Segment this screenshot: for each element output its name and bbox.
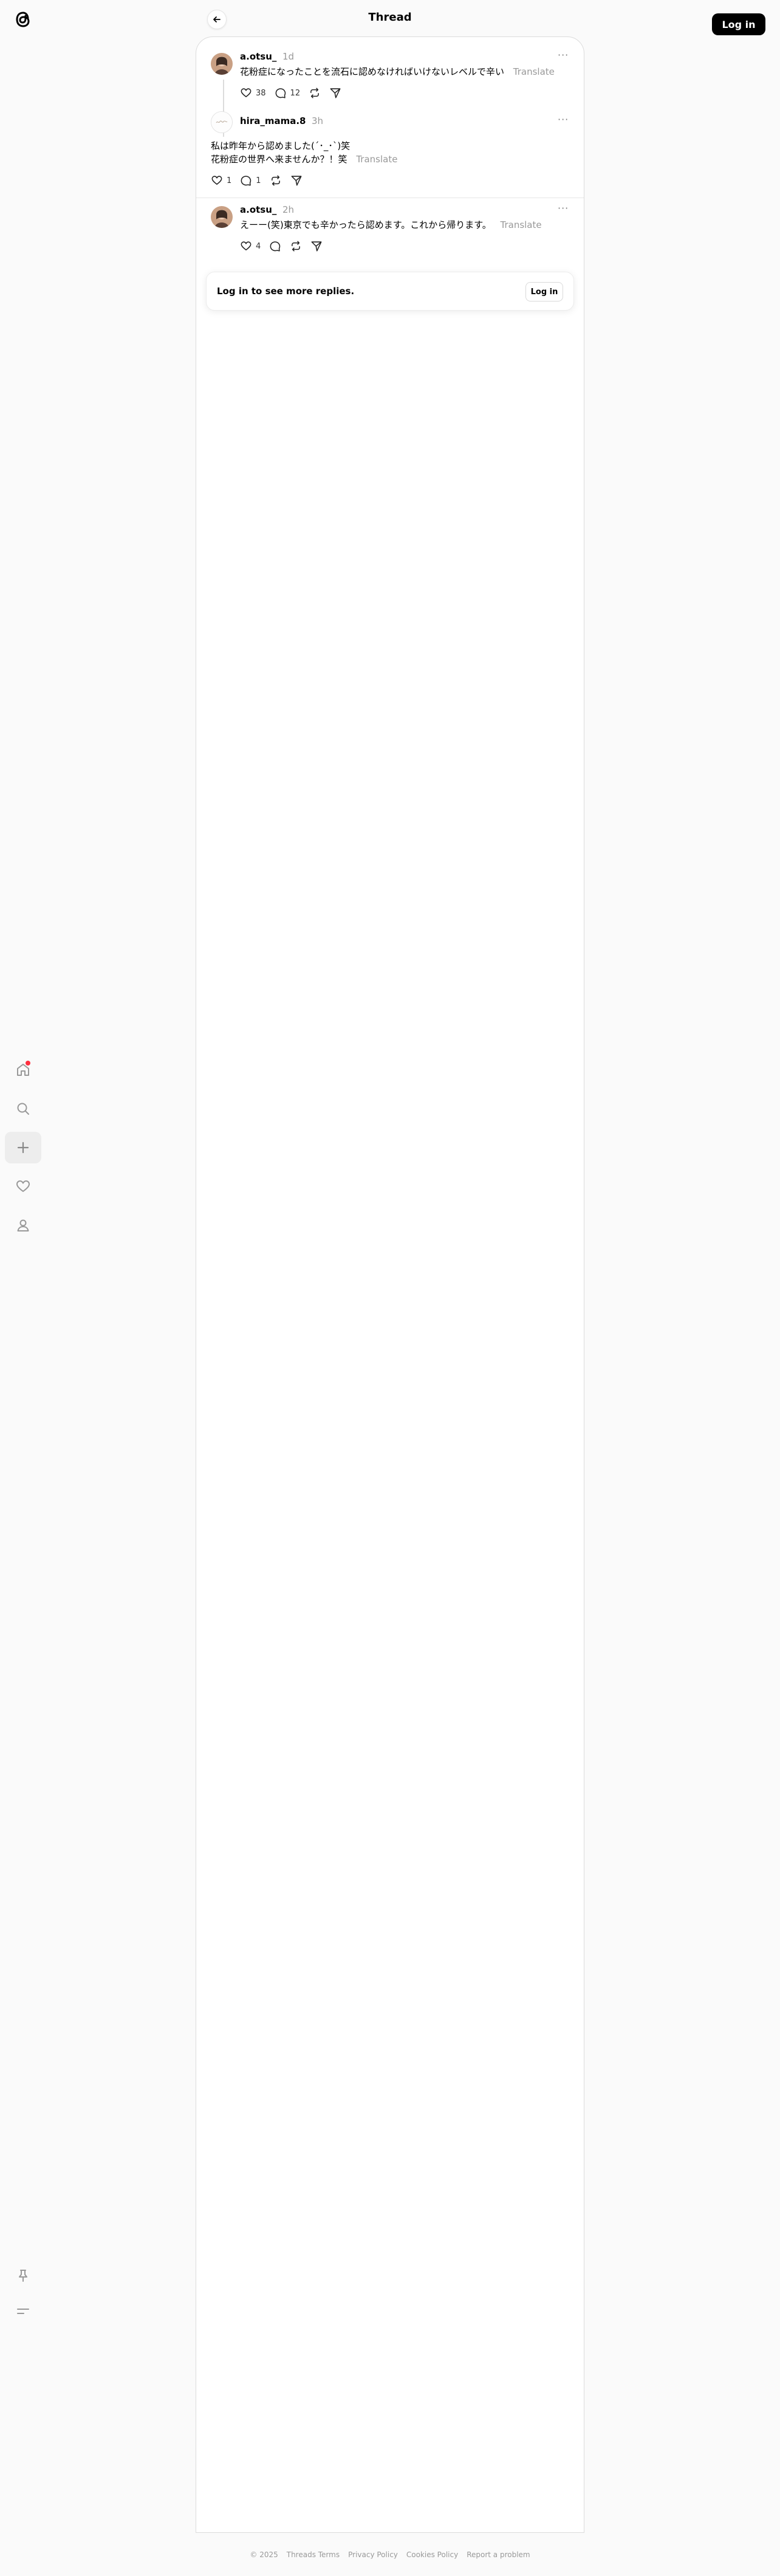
share-button[interactable]	[290, 171, 303, 190]
page-title: Thread	[368, 11, 412, 24]
avatar-photo-icon	[211, 206, 233, 228]
translate-link[interactable]: Translate	[513, 66, 555, 77]
search-icon	[17, 1103, 29, 1115]
post-actions: 4	[240, 236, 331, 256]
like-button[interactable]: 4	[240, 236, 261, 256]
translate-link[interactable]: Translate	[501, 219, 542, 230]
post-text-content: えーー(笑)東京でも辛かったら認めます。これから帰ります。	[240, 219, 491, 230]
comment-icon	[241, 176, 251, 186]
share-button[interactable]	[329, 83, 341, 103]
post-text-content: 花粉症になったことを流石に認めなければいけないレベルで辛い	[240, 66, 505, 77]
reply-count: 1	[256, 176, 261, 185]
post-actions: 38 12	[240, 83, 350, 103]
more-options-icon[interactable]: ···	[558, 49, 569, 61]
post-username[interactable]: hira_mama.8	[240, 115, 306, 127]
repost-button[interactable]	[270, 171, 282, 190]
sidebar-item-create[interactable]	[5, 1132, 41, 1163]
repost-icon	[310, 88, 320, 98]
repost-button[interactable]	[290, 236, 302, 256]
sidebar-item-menu[interactable]	[5, 2295, 41, 2327]
avatar[interactable]	[211, 53, 233, 75]
post-text: 花粉症になったことを流石に認めなければいけないレベルで辛い Translate	[240, 65, 568, 78]
plus-icon	[17, 1142, 29, 1154]
notification-dot	[26, 1061, 30, 1066]
post-text: えーー(笑)東京でも辛かったら認めます。これから帰ります。 Translate	[240, 218, 568, 232]
login-button[interactable]: Log in	[712, 13, 765, 35]
heart-icon	[241, 88, 251, 97]
back-button[interactable]	[207, 10, 227, 29]
sidebar-item-home[interactable]	[5, 1054, 41, 1086]
login-prompt-message: Log in to see more replies.	[217, 286, 355, 297]
pin-icon	[19, 2270, 27, 2282]
footer-link-cookies[interactable]: Cookies Policy	[406, 2550, 458, 2560]
like-button[interactable]: 38	[240, 83, 266, 103]
thread-card: a.otsu_ 1d ··· 花粉症になったことを流石に認めなければいけないレベ…	[196, 36, 584, 2533]
footer-link-privacy[interactable]: Privacy Policy	[348, 2550, 398, 2560]
more-options-icon[interactable]: ···	[558, 114, 569, 126]
reply-button[interactable]: 12	[275, 83, 301, 103]
threads-logo-icon[interactable]	[13, 9, 33, 30]
sidebar-item-pin[interactable]	[5, 2260, 41, 2292]
sidebar-item-activity[interactable]	[5, 1171, 41, 1202]
post-time[interactable]: 3h	[312, 115, 323, 127]
like-button[interactable]: 1	[211, 171, 231, 190]
menu-icon	[17, 2309, 29, 2314]
avatar[interactable]	[211, 111, 233, 133]
heart-icon	[16, 1180, 30, 1192]
reply-button[interactable]: 1	[240, 171, 261, 190]
reply-button[interactable]	[269, 236, 281, 256]
sidebar-item-search[interactable]	[5, 1093, 41, 1124]
user-icon	[17, 1219, 29, 1231]
login-prompt: Log in to see more replies. Log in	[206, 272, 574, 311]
more-options-icon[interactable]: ···	[558, 202, 569, 215]
post-time[interactable]: 2h	[282, 204, 294, 216]
like-count: 4	[256, 241, 261, 251]
post-text: 私は昨年から認めました(´･_･`)笑 花粉症の世界へ来ませんか？！笑 Tran…	[211, 139, 563, 166]
post-username[interactable]: a.otsu_	[240, 204, 276, 216]
translate-link[interactable]: Translate	[356, 154, 397, 165]
login-prompt-button[interactable]: Log in	[525, 282, 563, 301]
comment-icon	[275, 88, 286, 98]
footer: © 2025 Threads Terms Privacy Policy Cook…	[0, 2550, 780, 2560]
post-actions: 1 1	[211, 171, 311, 190]
footer-copyright: © 2025	[250, 2550, 278, 2559]
arrow-left-icon	[213, 16, 221, 22]
post-text-line: 私は昨年から認めました(´･_･`)笑	[211, 140, 351, 151]
sidebar-item-profile[interactable]	[5, 1210, 41, 1241]
send-icon	[311, 241, 322, 252]
avatar[interactable]	[211, 206, 233, 228]
heart-icon	[211, 176, 222, 185]
post-time[interactable]: 1d	[282, 50, 294, 63]
send-icon	[330, 88, 341, 98]
comment-icon	[270, 241, 281, 252]
page: Thread Log in a.otsu_ 1d ··· 花粉症になったことを流…	[0, 0, 780, 2576]
footer-link-report[interactable]: Report a problem	[467, 2550, 530, 2560]
post-username[interactable]: a.otsu_	[240, 50, 276, 63]
like-count: 1	[227, 176, 232, 185]
repost-icon	[292, 241, 301, 252]
avatar-logo-icon	[211, 112, 232, 133]
send-icon	[291, 176, 302, 186]
avatar-photo-icon	[211, 53, 233, 75]
post-text-line: 花粉症の世界へ来ませんか？！笑	[211, 154, 347, 165]
repost-button[interactable]	[309, 83, 321, 103]
reply-count: 12	[290, 88, 301, 98]
heart-icon	[241, 241, 251, 250]
like-count: 38	[256, 88, 266, 98]
footer-link-terms[interactable]: Threads Terms	[287, 2550, 340, 2560]
share-button[interactable]	[310, 236, 323, 256]
repost-icon	[271, 175, 280, 186]
